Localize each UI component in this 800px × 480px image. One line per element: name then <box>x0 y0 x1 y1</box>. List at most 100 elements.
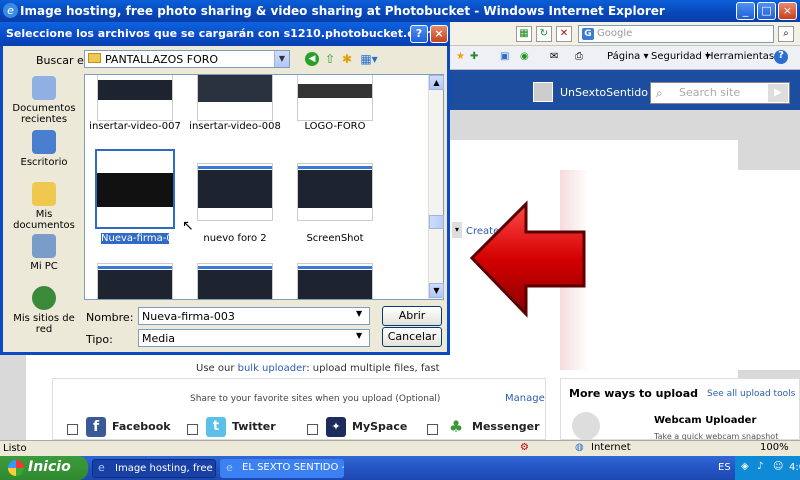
network-places-icon <box>32 286 56 310</box>
favorites-icon[interactable]: ★ <box>456 51 465 62</box>
view-menu-icon[interactable]: ▦▾ <box>360 52 378 66</box>
google-search-input[interactable]: Google <box>578 25 774 43</box>
facebook-checkbox[interactable] <box>67 424 78 435</box>
filename-label: Nombre: <box>86 311 134 324</box>
zoom-level[interactable]: 100% <box>760 442 789 453</box>
places-bar: Documentos recientes Escritorio Mis docu… <box>6 74 82 335</box>
file-list-scrollbar[interactable]: ▲ ▼ <box>428 75 444 299</box>
compatibility-icon[interactable]: ▦ <box>516 26 532 42</box>
taskbar-item-forum[interactable]: EL SEXTO SENTIDO - ... <box>220 459 344 478</box>
place-desktop[interactable]: Escritorio <box>6 130 82 168</box>
taskbar-ie-icon: e <box>98 461 105 474</box>
back-icon[interactable]: ◀ <box>305 52 319 66</box>
search-icon[interactable]: ⌕ <box>778 26 794 42</box>
file-label[interactable]: ScreenShot <box>285 233 385 244</box>
file-thumbnail[interactable] <box>97 263 173 299</box>
print-icon[interactable]: ⎙ <box>575 51 583 62</box>
filetype-select[interactable]: Media <box>138 329 370 347</box>
file-label[interactable]: insertar-video-008 <box>185 121 285 132</box>
webcam-uploader-title[interactable]: Webcam Uploader <box>654 415 756 426</box>
search-site-icon: ⌕ <box>656 86 663 100</box>
open-button[interactable]: Abrir <box>382 306 442 326</box>
mouse-cursor-icon: ↖ <box>182 218 194 234</box>
cancel-button[interactable]: Cancelar <box>382 327 442 347</box>
red-arrow-icon <box>470 200 586 318</box>
file-thumbnail[interactable] <box>97 75 173 121</box>
refresh-icon[interactable]: ↻ <box>536 26 552 42</box>
file-thumbnail[interactable] <box>297 263 373 299</box>
taskbar-item-ie[interactable]: Image hosting, free p... <box>92 459 216 478</box>
file-thumbnail[interactable] <box>197 75 273 121</box>
facebook-icon: f <box>86 417 106 437</box>
tabs-icon[interactable]: ▣ <box>500 51 509 62</box>
place-my-documents-label: Mis documentos <box>13 209 75 231</box>
more-ways-title: More ways to upload <box>569 387 698 400</box>
scroll-thumb[interactable] <box>429 215 444 229</box>
file-thumbnail[interactable] <box>197 163 273 221</box>
file-thumbnail[interactable] <box>197 263 273 299</box>
tray-network-icon[interactable]: ◈ <box>741 461 749 472</box>
file-label-selected[interactable]: Nueva-firma-003 <box>101 233 185 244</box>
stop-icon[interactable]: ✕ <box>556 26 572 42</box>
file-label[interactable]: nuevo foro 2 <box>185 233 285 244</box>
tools-menu[interactable]: Herramientas ▾ <box>706 51 782 62</box>
filetype-label: Tipo: <box>86 333 113 346</box>
see-all-link[interactable]: See all upload tools <box>707 389 795 399</box>
lookin-dropdown-icon[interactable]: ▼ <box>274 51 289 67</box>
place-recent-documents[interactable]: Documentos recientes <box>6 76 82 125</box>
myspace-checkbox[interactable] <box>307 424 318 435</box>
rss-icon[interactable]: ◉ <box>520 51 529 62</box>
avatar[interactable] <box>533 82 553 102</box>
share-text: Share to your favorite sites when you up… <box>190 394 441 404</box>
file-label[interactable]: LOGO-FORO <box>285 121 385 132</box>
file-thumbnail-selected[interactable] <box>95 149 175 229</box>
security-menu[interactable]: Seguridad ▾ <box>651 51 710 62</box>
internet-zone-icon: ◍ <box>575 442 584 453</box>
windows-logo-icon <box>8 460 24 476</box>
file-label[interactable]: insertar-video-007 <box>85 121 185 132</box>
close-window-icon[interactable]: × <box>778 2 797 20</box>
twitter-label: Twitter <box>232 420 276 433</box>
place-my-computer[interactable]: Mi PC <box>6 234 82 272</box>
username-menu[interactable]: UnSextoSentido ▾ <box>560 86 657 99</box>
myspace-label: MySpace <box>352 420 408 433</box>
language-indicator[interactable]: ES <box>718 462 731 473</box>
bulk-line-suffix: : upload multiple files, fast <box>306 363 440 374</box>
page-menu[interactable]: Página ▾ <box>607 51 649 62</box>
mail-icon[interactable]: ✉ <box>550 51 558 62</box>
add-favorite-icon[interactable]: ✚ <box>470 51 478 62</box>
messenger-icon: ♣ <box>448 417 464 436</box>
maximize-icon[interactable]: □ <box>757 2 776 20</box>
filename-dropdown-icon[interactable]: ▼ <box>356 309 362 318</box>
dialog-help-icon[interactable]: ? <box>410 25 428 43</box>
search-go-icon[interactable]: ▶ <box>768 84 788 102</box>
tray-messenger-icon[interactable]: ☺ <box>773 461 783 472</box>
zone-label: Internet <box>591 442 631 453</box>
create-dropdown-icon[interactable]: ▾ <box>452 222 462 238</box>
help-icon[interactable]: ? <box>774 50 788 64</box>
taskbar-item-ie-label: Image hosting, free p... <box>115 463 215 474</box>
tray-volume-icon[interactable]: ♪ <box>757 461 763 472</box>
filename-input[interactable]: Nueva-firma-003 <box>138 307 370 325</box>
place-network[interactable]: Mis sitios de red <box>6 286 82 335</box>
username-label: UnSextoSentido <box>560 86 648 99</box>
minimize-icon[interactable]: _ <box>736 2 755 20</box>
lookin-select[interactable]: PANTALLAZOS FORO <box>84 50 290 68</box>
bulk-uploader-link[interactable]: bulk uploader <box>238 363 307 374</box>
scroll-down-icon[interactable]: ▼ <box>429 283 444 298</box>
file-thumbnail[interactable] <box>297 75 373 121</box>
up-folder-icon[interactable]: ⇧ <box>323 52 337 66</box>
twitter-checkbox[interactable] <box>187 424 198 435</box>
preview-panel <box>560 170 800 370</box>
dialog-close-icon[interactable]: × <box>430 25 448 43</box>
lookin-value: PANTALLAZOS FORO <box>105 53 219 66</box>
place-my-documents[interactable]: Mis documentos <box>6 182 82 231</box>
new-folder-icon[interactable]: ✱ <box>340 52 354 66</box>
messenger-checkbox[interactable] <box>427 424 438 435</box>
google-logo-icon: G <box>582 28 594 40</box>
protected-mode-icon: ⚙ <box>520 442 529 453</box>
filetype-dropdown-icon[interactable]: ▼ <box>356 331 362 340</box>
file-thumbnail[interactable] <box>297 163 373 221</box>
manage-link[interactable]: Manage <box>505 393 545 404</box>
scroll-up-icon[interactable]: ▲ <box>429 75 444 90</box>
